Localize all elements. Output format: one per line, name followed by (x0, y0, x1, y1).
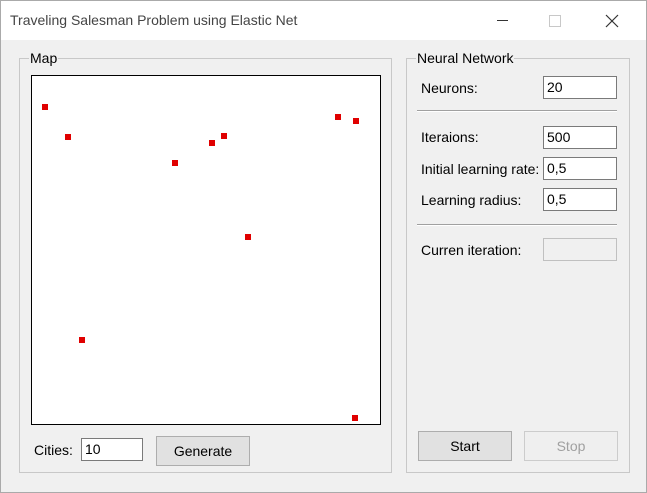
city-point (335, 114, 341, 120)
current-iteration-field (543, 238, 617, 261)
city-point (42, 104, 48, 110)
maximize-button[interactable] (532, 1, 578, 40)
city-point (353, 118, 359, 124)
title-bar: Traveling Salesman Problem using Elastic… (1, 1, 646, 40)
generate-button[interactable]: Generate (156, 436, 250, 466)
iterations-label: Iteraions: (421, 129, 479, 145)
cities-label: Cities: (34, 442, 73, 458)
close-icon (605, 14, 619, 27)
separator (417, 110, 617, 112)
neurons-label: Neurons: (421, 80, 478, 96)
start-button[interactable]: Start (418, 431, 512, 461)
city-point (245, 234, 251, 240)
learning-radius-label: Learning radius: (421, 192, 522, 208)
city-point (221, 133, 227, 139)
current-iteration-label: Curren iteration: (421, 242, 522, 258)
map-group-legend: Map (29, 50, 59, 66)
iterations-input[interactable]: 500 (543, 126, 617, 149)
city-point (79, 337, 85, 343)
city-point (209, 140, 215, 146)
minimize-button[interactable] (479, 1, 525, 40)
window-title: Traveling Salesman Problem using Elastic… (10, 12, 298, 28)
minimize-icon (496, 20, 508, 21)
learning-rate-label: Initial learning rate: (421, 161, 540, 177)
learning-radius-input[interactable]: 0,5 (543, 188, 617, 211)
neurons-input[interactable]: 20 (543, 76, 617, 99)
city-point (172, 160, 178, 166)
maximize-icon (549, 14, 561, 27)
neural-network-group-legend: Neural Network (416, 50, 515, 66)
city-point (65, 134, 71, 140)
cities-input[interactable]: 10 (81, 438, 143, 461)
learning-rate-input[interactable]: 0,5 (543, 157, 617, 180)
map-canvas[interactable] (31, 75, 381, 425)
close-button[interactable] (589, 1, 635, 40)
neural-network-group: Neural Network (406, 50, 630, 473)
city-point (352, 415, 358, 421)
app-window: Traveling Salesman Problem using Elastic… (0, 0, 647, 493)
stop-button: Stop (524, 431, 618, 461)
separator (417, 224, 617, 226)
